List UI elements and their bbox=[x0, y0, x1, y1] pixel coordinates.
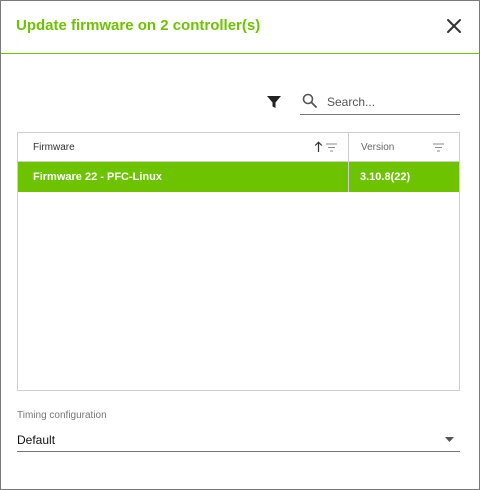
firmware-name: Firmware 22 - PFC-Linux bbox=[33, 171, 162, 183]
close-icon bbox=[447, 19, 461, 33]
column-filter-icon[interactable] bbox=[433, 143, 444, 152]
firmware-version: 3.10.8(22) bbox=[360, 171, 411, 183]
column-header-version[interactable]: Version bbox=[349, 133, 459, 161]
dialog-title: Update firmware on 2 controller(s) bbox=[16, 17, 261, 34]
sort-ascending-icon[interactable] bbox=[314, 141, 323, 153]
chevron-down-icon bbox=[445, 437, 454, 442]
close-button[interactable] bbox=[445, 17, 463, 35]
search-icon bbox=[302, 93, 317, 108]
table-row[interactable]: Firmware 22 - PFC-Linux 3.10.8(22) bbox=[18, 162, 459, 192]
update-firmware-dialog: Update firmware on 2 controller(s) Firmw… bbox=[0, 0, 480, 490]
column-label-version: Version bbox=[361, 142, 395, 153]
grid-header: Firmware Version bbox=[18, 133, 459, 162]
timing-configuration-label: Timing configuration bbox=[17, 410, 107, 421]
timing-configuration-value: Default bbox=[17, 433, 56, 447]
funnel-icon bbox=[267, 96, 281, 108]
column-filter-icon[interactable] bbox=[326, 143, 337, 152]
search-field[interactable] bbox=[300, 89, 460, 115]
timing-configuration-select[interactable]: Default bbox=[17, 427, 460, 452]
filter-button[interactable] bbox=[266, 94, 282, 110]
column-header-firmware[interactable]: Firmware bbox=[18, 133, 349, 161]
version-cell: 3.10.8(22) bbox=[349, 162, 459, 192]
firmware-cell: Firmware 22 - PFC-Linux bbox=[18, 162, 349, 192]
dialog-header: Update firmware on 2 controller(s) bbox=[1, 1, 479, 54]
search-input[interactable] bbox=[327, 92, 457, 112]
firmware-grid: Firmware Version Firmware 22 - PFC-Linux bbox=[17, 132, 460, 391]
column-label-firmware: Firmware bbox=[33, 142, 75, 153]
